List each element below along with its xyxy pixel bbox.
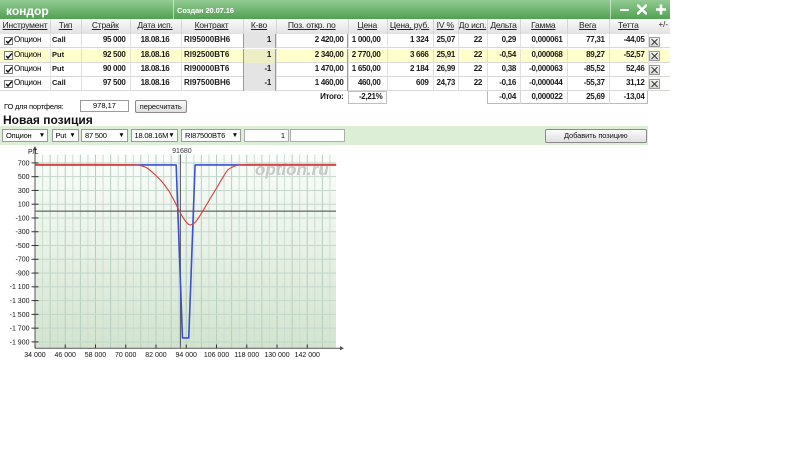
svg-text:-1 500: -1 500 [10,312,30,319]
svg-text:500: 500 [18,174,30,181]
svg-text:-1 900: -1 900 [10,339,30,346]
svg-text:-300: -300 [15,229,29,236]
svg-text:-1 300: -1 300 [10,298,30,305]
svg-text:130 000: 130 000 [264,352,289,359]
svg-text:-100: -100 [15,215,29,222]
svg-text:-500: -500 [15,243,29,250]
svg-text:58 000: 58 000 [85,352,107,359]
svg-text:300: 300 [18,188,30,195]
svg-text:46 000: 46 000 [55,352,77,359]
svg-text:-1 100: -1 100 [10,284,30,291]
svg-text:118 000: 118 000 [234,352,259,359]
svg-text:34 000: 34 000 [24,352,46,359]
svg-text:-900: -900 [15,270,29,277]
svg-text:94 000: 94 000 [176,352,198,359]
svg-text:70 000: 70 000 [115,352,137,359]
svg-text:700: 700 [18,160,30,167]
svg-text:106 000: 106 000 [204,352,229,359]
svg-text:91680: 91680 [172,148,192,155]
svg-text:option.ru: option.ru [255,160,329,179]
svg-text:P/L: P/L [28,149,39,156]
svg-text:142 000: 142 000 [295,352,320,359]
svg-text:-1 700: -1 700 [10,326,30,333]
svg-text:-700: -700 [15,257,29,264]
svg-text:100: 100 [18,202,30,209]
svg-text:82 000: 82 000 [145,352,167,359]
